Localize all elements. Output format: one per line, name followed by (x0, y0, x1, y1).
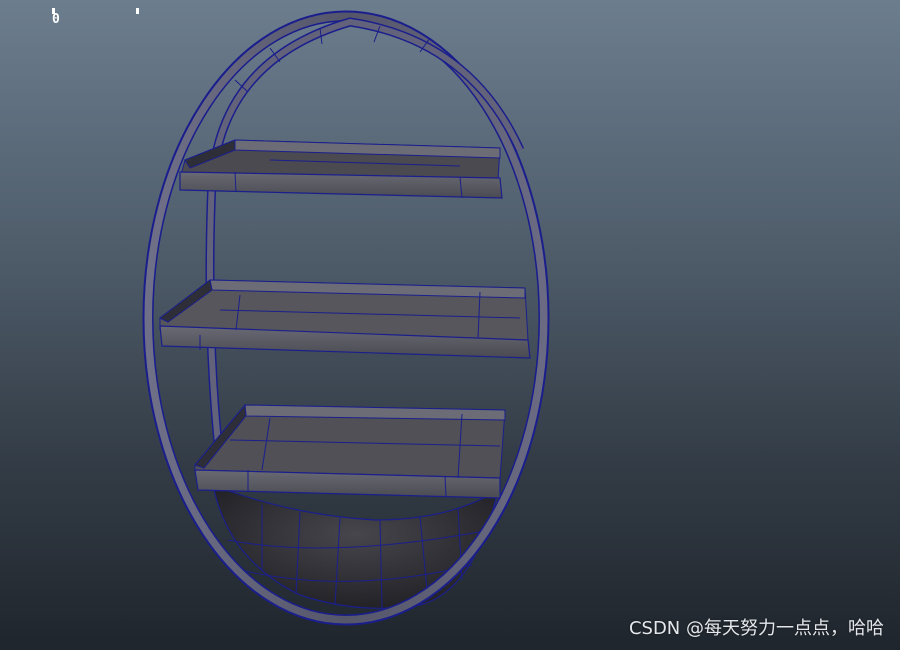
viewport-canvas[interactable] (0, 0, 900, 650)
hud-tick-mark (136, 8, 139, 14)
poly-count-readout: 0 (52, 8, 139, 27)
poly-count-value: 0 (52, 12, 60, 27)
shelf-middle (159, 279, 531, 359)
watermark-label: CSDN @每天努力一点点，哈哈 (628, 618, 884, 639)
shelf-top (179, 139, 503, 199)
hud-tick-mark (52, 8, 55, 14)
shelf-bottom (194, 403, 506, 499)
